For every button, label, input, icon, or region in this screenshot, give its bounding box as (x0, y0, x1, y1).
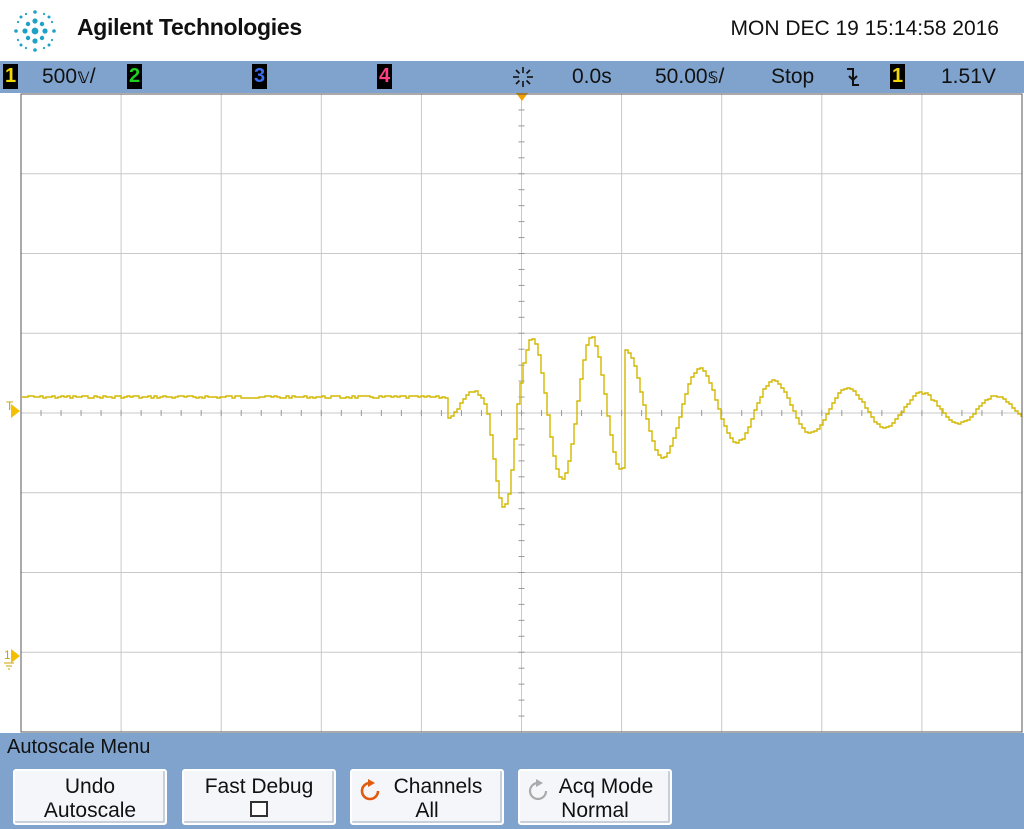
graticule (20, 93, 1023, 732)
softkey-label: Fast Debug (204, 775, 314, 798)
channel-1-scale[interactable]: 500𝕧/ (42, 61, 96, 93)
softkey-label: Channels (393, 775, 483, 798)
softkey-label: Autoscale (43, 799, 137, 822)
agilent-spark-logo-icon (14, 10, 56, 52)
trigger-position-icon[interactable] (510, 65, 536, 89)
menu-title-bar: Autoscale Menu (0, 733, 1024, 763)
waveform-display[interactable]: T 1 (0, 93, 1024, 733)
menu-title: Autoscale Menu (7, 736, 151, 758)
brand-name: Agilent Technologies (77, 14, 302, 40)
fast-debug-button[interactable]: Fast Debug (182, 769, 336, 825)
channels-button[interactable]: Channels All (350, 769, 504, 825)
softkey-bar: Undo Autoscale Fast Debug Channels All A… (0, 763, 1024, 829)
ground-symbol-icon (4, 662, 14, 670)
channel-1-indicator[interactable]: 1 (3, 64, 18, 89)
trigger-source-indicator[interactable]: 1 (890, 64, 905, 89)
channel-1-ground-marker-icon (11, 649, 20, 663)
undo-autoscale-button[interactable]: Undo Autoscale (13, 769, 167, 825)
run-state[interactable]: Stop (771, 61, 814, 93)
status-bar: 1 500𝕧/ 2 3 4 0.0s 50.00𝕤/ Stop 1 1.51V (0, 61, 1024, 93)
trigger-level[interactable]: 1.51V (941, 61, 996, 93)
ground-marker-label: 1 (4, 648, 11, 662)
softkey-label: All (415, 799, 439, 822)
channel-3-indicator[interactable]: 3 (252, 64, 267, 89)
channel-2-indicator[interactable]: 2 (127, 64, 142, 89)
fast-debug-checkbox[interactable] (250, 801, 268, 817)
softkey-label: Undo (64, 775, 116, 798)
time-reference[interactable]: 0.0s (572, 61, 612, 93)
header: Agilent Technologies MON DEC 19 15:14:58… (0, 0, 1024, 61)
falling-edge-icon[interactable] (845, 67, 861, 87)
date-time: MON DEC 19 15:14:58 2016 (730, 17, 1000, 40)
channel-4-indicator[interactable]: 4 (377, 64, 392, 89)
timebase-scale[interactable]: 50.00𝕤/ (655, 61, 724, 93)
acq-mode-button[interactable]: Acq Mode Normal (518, 769, 672, 825)
softkey-label: Acq Mode (558, 775, 654, 798)
trigger-level-marker: T (6, 399, 14, 413)
softkey-label: Normal (561, 799, 629, 822)
